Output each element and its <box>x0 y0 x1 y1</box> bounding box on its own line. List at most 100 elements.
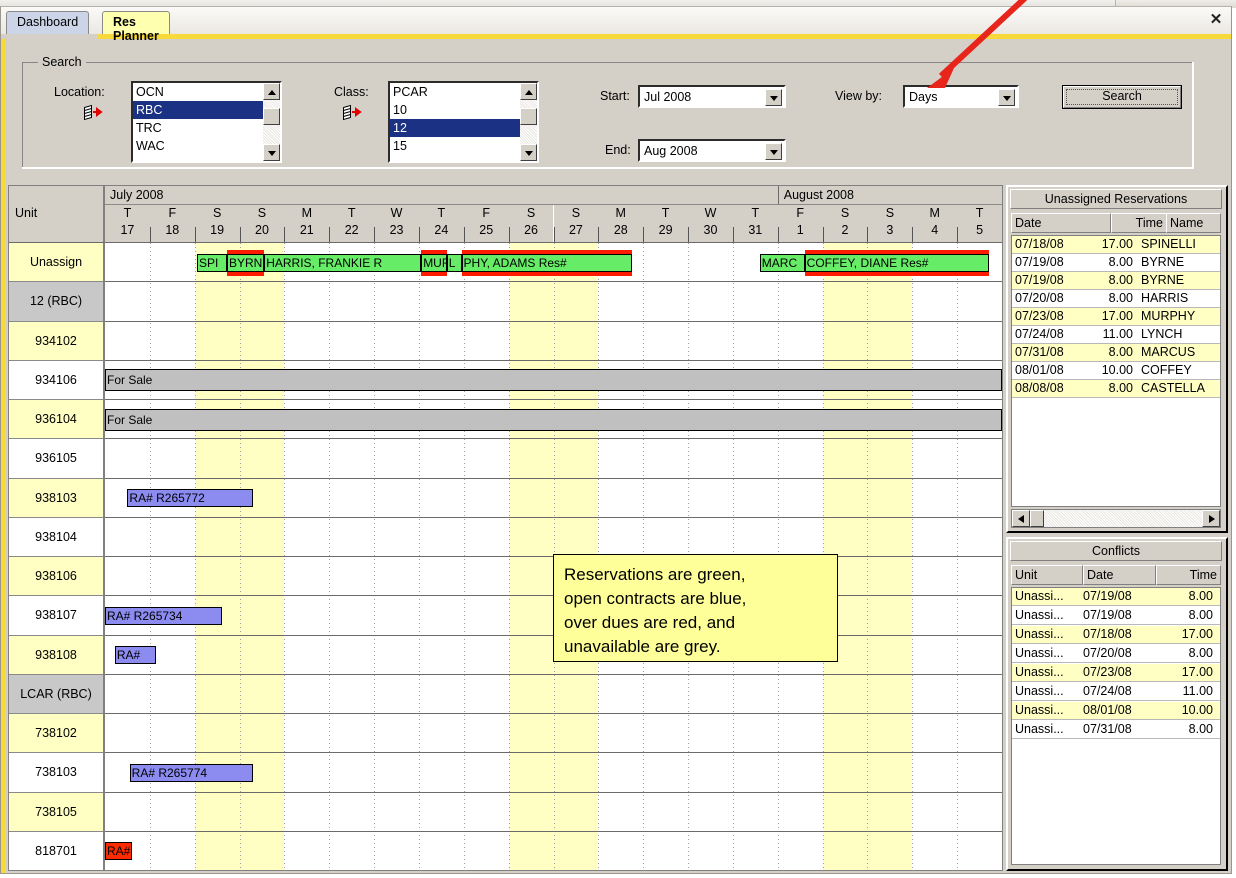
unassigned-row[interactable]: 07/23/08 17.00 MURPHY <box>1012 308 1220 326</box>
timeline-bar-green-0-3[interactable]: MUR <box>421 253 447 272</box>
unit-cell-936105[interactable]: 936105 <box>9 439 103 479</box>
conflicts-row[interactable]: Unassi... 07/19/08 8.00 <box>1012 588 1220 606</box>
unit-cell-934106[interactable]: 934106 <box>9 360 103 400</box>
tab-res-planner[interactable]: Res Planner <box>102 11 170 43</box>
location-scroll-thumb[interactable] <box>263 108 280 125</box>
unassigned-row[interactable]: 07/18/08 17.00 SPINELLI <box>1012 236 1220 254</box>
unit-cell-738103[interactable]: 738103 <box>9 753 103 793</box>
conflicts-rows-container[interactable]: Unassi... 07/19/08 8.00 Unassi... 07/19/08 8.… <box>1011 587 1221 865</box>
class-scroll-down-button[interactable] <box>520 144 537 161</box>
class-listbox[interactable]: PCAR 10 12 15 <box>388 81 539 163</box>
conflicts-row[interactable]: Unassi... 07/23/08 17.00 <box>1012 664 1220 682</box>
day-header-25: F 25 <box>463 205 509 243</box>
close-icon[interactable]: ✕ <box>1206 10 1226 30</box>
unassigned-col-header-name[interactable]: Name <box>1166 213 1221 233</box>
conflicts-row[interactable]: Unassi... 07/31/08 8.00 <box>1012 721 1220 739</box>
location-scroll-up-button[interactable] <box>263 83 280 100</box>
chevron-down-icon[interactable] <box>765 89 782 106</box>
conflicts-col-header-unit[interactable]: Unit <box>1011 565 1083 585</box>
conflicts-cell-date: 07/20/08 <box>1083 646 1132 660</box>
unassigned-hscroll-track[interactable] <box>1030 510 1202 527</box>
chevron-down-icon[interactable] <box>998 89 1015 106</box>
unit-cell-818701[interactable]: 818701 <box>9 831 103 870</box>
unit-cell-938108[interactable]: 938108 <box>9 635 103 675</box>
location-item-1[interactable]: RBC <box>133 101 266 119</box>
unassigned-hscroll-thumb[interactable] <box>1030 510 1044 527</box>
unassigned-row[interactable]: 07/19/08 8.00 BYRNE <box>1012 272 1220 290</box>
unassigned-row[interactable]: 07/19/08 8.00 BYRNE <box>1012 254 1220 272</box>
unit-cell-938107[interactable]: 938107 <box>9 596 103 636</box>
conflicts-col-header-date[interactable]: Date <box>1083 565 1156 585</box>
unit-cell-934102[interactable]: 934102 <box>9 321 103 361</box>
class-scroll-thumb[interactable] <box>520 108 537 125</box>
unassigned-row[interactable]: 07/24/08 11.00 LYNCH <box>1012 326 1220 344</box>
conflicts-row[interactable]: Unassi... 07/19/08 8.00 <box>1012 607 1220 625</box>
class-item-3[interactable]: 15 <box>390 137 537 155</box>
unassigned-row[interactable]: 08/01/08 10.00 COFFEY <box>1012 362 1220 380</box>
class-scrollbar[interactable] <box>520 83 537 161</box>
timeline-bar-green-0-2[interactable]: HARRIS, FRANKIE R <box>264 253 422 272</box>
day-header-18: F 18 <box>149 205 195 243</box>
unassigned-row[interactable]: 07/20/08 8.00 HARRIS <box>1012 290 1220 308</box>
timeline-bar-blue-13-0[interactable]: RA# R265774 <box>129 763 253 782</box>
search-group-title: Search <box>38 55 86 69</box>
unit-cell-938103[interactable]: 938103 <box>9 478 103 518</box>
row-divider-6 <box>105 516 1002 518</box>
unit-cell-12rbc[interactable]: 12 (RBC) <box>9 282 103 322</box>
timeline-bar-red-15-0[interactable]: RA# <box>105 842 132 861</box>
unit-cell-938106[interactable]: 938106 <box>9 557 103 597</box>
location-item-3[interactable]: WAC <box>133 137 280 155</box>
location-item-2[interactable]: TRC <box>133 119 280 137</box>
timeline-bar-grey-4-0[interactable]: For Sale <box>105 408 1002 431</box>
unassigned-cell-time: 8.00 <box>1108 345 1133 359</box>
class-item-0[interactable]: PCAR <box>390 83 537 101</box>
class-scroll-up-button[interactable] <box>520 83 537 100</box>
unassigned-rows-container[interactable]: 07/18/08 17.00 SPINELLI 07/19/08 8.00 BYRNE 07… <box>1011 235 1221 507</box>
timeline-bar-green-0-1[interactable]: BYRN <box>226 253 265 272</box>
unit-cell-738105[interactable]: 738105 <box>9 792 103 832</box>
chevron-down-icon[interactable] <box>765 143 782 160</box>
unassigned-scroll-right-button[interactable] <box>1202 510 1220 527</box>
unit-cell-lcarrbc[interactable]: LCAR (RBC) <box>9 674 103 714</box>
unit-cell-738102[interactable]: 738102 <box>9 714 103 754</box>
unit-cell-label: 934106 <box>35 372 77 387</box>
end-date-combo[interactable]: Aug 2008 <box>638 139 786 162</box>
unassigned-col-header-date[interactable]: Date <box>1011 213 1111 233</box>
start-date-combo[interactable]: Jul 2008 <box>638 85 786 108</box>
unassigned-row[interactable]: 08/08/08 8.00 CASTELLA <box>1012 380 1220 398</box>
search-button[interactable]: Search <box>1062 85 1182 109</box>
month-header-1: August 2008 <box>777 186 1002 205</box>
location-scrollbar[interactable] <box>263 83 280 161</box>
unassigned-hscrollbar[interactable] <box>1011 509 1221 528</box>
unassigned-row[interactable]: 07/31/08 8.00 MARCUS <box>1012 344 1220 362</box>
timeline-bar-blue-10-0[interactable]: RA# <box>114 646 156 665</box>
conflicts-cell-unit: Unassi... <box>1015 665 1064 679</box>
conflicts-row[interactable]: Unassi... 07/20/08 8.00 <box>1012 645 1220 663</box>
unit-cell-938104[interactable]: 938104 <box>9 517 103 557</box>
class-item-1[interactable]: 10 <box>390 101 537 119</box>
conflicts-col-header-time[interactable]: Time <box>1156 565 1221 585</box>
conflicts-row[interactable]: Unassi... 07/18/08 17.00 <box>1012 626 1220 644</box>
unit-cell-unassign[interactable]: Unassign <box>9 243 103 283</box>
conflicts-cell-unit: Unassi... <box>1015 589 1064 603</box>
tab-dashboard[interactable]: Dashboard <box>6 11 90 34</box>
unassigned-col-header-time[interactable]: Time <box>1111 213 1167 233</box>
timeline-bar-green-0-4[interactable]: L <box>446 253 462 272</box>
timeline-bar-blue-6-0[interactable]: RA# R265772 <box>127 489 253 508</box>
conflicts-row[interactable]: Unassi... 07/24/08 11.00 <box>1012 683 1220 701</box>
location-listbox[interactable]: OCN RBC TRC WAC <box>131 81 282 163</box>
start-date-value: Jul 2008 <box>644 90 692 104</box>
timeline-bar-green-0-7[interactable]: COFFEY, DIANE Res# <box>804 253 989 272</box>
unassigned-scroll-left-button[interactable] <box>1012 510 1030 527</box>
timeline-bar-green-0-0[interactable]: SPI <box>196 253 227 272</box>
timeline-bar-grey-3-0[interactable]: For Sale <box>105 369 1002 392</box>
class-item-2[interactable]: 12 <box>390 119 523 137</box>
timeline-bar-green-0-5[interactable]: PHY, ADAMS Res# <box>461 253 632 272</box>
timeline-bar-blue-9-0[interactable]: RA# R265734 <box>105 606 222 625</box>
location-scroll-down-button[interactable] <box>263 144 280 161</box>
conflicts-row[interactable]: Unassi... 08/01/08 10.00 <box>1012 702 1220 720</box>
timeline-bar-green-0-6[interactable]: MARC <box>759 253 805 272</box>
unit-cell-936104[interactable]: 936104 <box>9 400 103 440</box>
location-item-0[interactable]: OCN <box>133 83 280 101</box>
viewby-combo[interactable]: Days <box>903 85 1019 108</box>
